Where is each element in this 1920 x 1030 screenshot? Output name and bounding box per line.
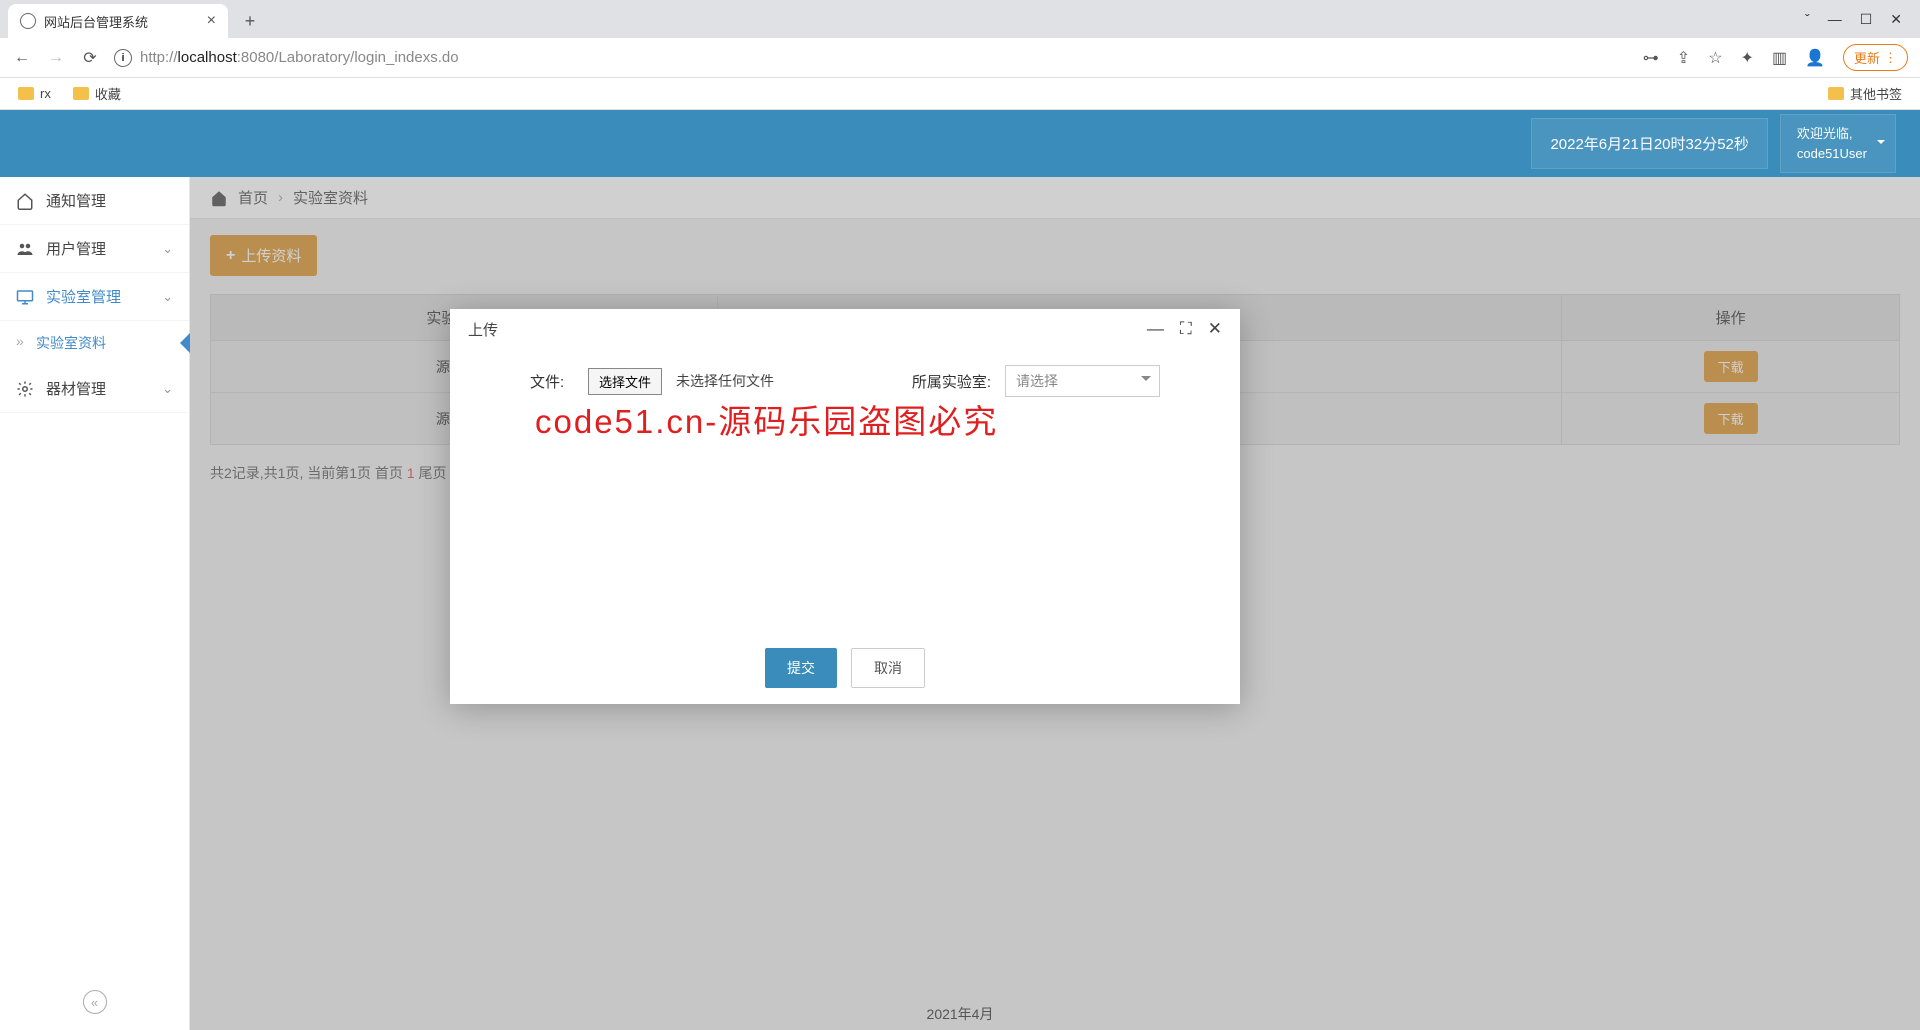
submit-button[interactable]: 提交 — [765, 648, 837, 688]
user-menu[interactable]: 欢迎光临, code51User — [1780, 114, 1896, 173]
sidebar-item-users[interactable]: 用户管理 ⌄ — [0, 225, 189, 273]
profile-icon[interactable]: 👤 — [1805, 48, 1825, 68]
monitor-icon — [16, 288, 34, 306]
bookmarks-bar: rx 收藏 其他书签 — [0, 78, 1920, 110]
browser-tab-bar: 网站后台管理系统 × + ˇ — ☐ ✕ — [0, 0, 1920, 38]
address-bar: ← → ⟳ i http://localhost:8080/Laboratory… — [0, 38, 1920, 78]
tab-title: 网站后台管理系统 — [44, 12, 148, 31]
active-arrow-icon — [170, 333, 190, 353]
app-header: 2022年6月21日20时32分52秒 欢迎光临, code51User — [0, 110, 1920, 177]
sidebar-item-equipment[interactable]: 器材管理 ⌄ — [0, 365, 189, 413]
close-modal-icon[interactable]: ✕ — [1208, 319, 1222, 339]
maximize-icon[interactable]: ☐ — [1860, 11, 1873, 28]
close-window-icon[interactable]: ✕ — [1890, 11, 1902, 28]
folder-icon — [1828, 87, 1844, 100]
update-button[interactable]: 更新⋮ — [1843, 44, 1908, 71]
other-bookmarks[interactable]: 其他书签 — [1828, 84, 1902, 103]
chevron-down-icon: ⌄ — [162, 241, 173, 257]
footer-text: 2021年4月 — [927, 1004, 994, 1024]
chevron-down-icon[interactable]: ˇ — [1805, 11, 1810, 27]
folder-icon — [18, 87, 34, 100]
upload-modal: 上传 — ⛶ ✕ 文件: 选择文件 未选择任何文件 所属实验室: 请选择 提交 … — [450, 309, 1240, 704]
chevron-down-icon: ⌄ — [162, 381, 173, 397]
home-icon — [16, 192, 34, 210]
globe-icon — [20, 13, 36, 29]
modal-title: 上传 — [468, 319, 498, 340]
password-key-icon[interactable]: ⊶ — [1643, 48, 1659, 68]
watermark-text: code51.cn-源码乐园盗图必究 — [535, 395, 998, 443]
bookmark-item[interactable]: 收藏 — [73, 84, 121, 103]
site-info-icon[interactable]: i — [114, 49, 132, 67]
sidebar-item-notice[interactable]: 通知管理 — [0, 177, 189, 225]
close-tab-icon[interactable]: × — [207, 12, 216, 30]
extensions-icon[interactable]: ✦ — [1741, 48, 1754, 68]
lab-select[interactable]: 请选择 — [1005, 365, 1160, 397]
cancel-button[interactable]: 取消 — [851, 648, 925, 688]
panel-icon[interactable]: ▥ — [1772, 48, 1787, 68]
users-icon — [16, 240, 34, 258]
url-text: http://localhost:8080/Laboratory/login_i… — [140, 49, 459, 66]
folder-icon — [73, 87, 89, 100]
file-label: 文件: — [530, 371, 574, 392]
browser-tab[interactable]: 网站后台管理系统 × — [8, 4, 228, 38]
collapse-sidebar-button[interactable]: « — [83, 990, 107, 1014]
sidebar: 通知管理 用户管理 ⌄ 实验室管理 ⌄ 实验室资料 器材管理 ⌄ « — [0, 177, 190, 1030]
sidebar-item-lab[interactable]: 实验室管理 ⌄ — [0, 273, 189, 321]
gear-icon — [16, 380, 34, 398]
new-tab-button[interactable]: + — [236, 7, 264, 35]
caret-down-icon — [1877, 140, 1885, 148]
maximize-modal-icon[interactable]: ⛶ — [1180, 319, 1192, 339]
chevron-down-icon: ⌄ — [162, 289, 173, 305]
minimize-modal-icon[interactable]: — — [1147, 319, 1164, 339]
datetime-display: 2022年6月21日20时32分52秒 — [1531, 118, 1767, 169]
share-icon[interactable]: ⇪ — [1677, 48, 1690, 68]
chevron-down-icon — [1141, 376, 1151, 386]
lab-select-label: 所属实验室: — [912, 371, 991, 392]
bookmark-item[interactable]: rx — [18, 86, 51, 101]
choose-file-button[interactable]: 选择文件 — [588, 368, 662, 395]
file-status-text: 未选择任何文件 — [676, 371, 774, 391]
forward-button[interactable]: → — [46, 48, 66, 68]
sidebar-subitem-lab-data[interactable]: 实验室资料 — [0, 321, 189, 365]
modal-header: 上传 — ⛶ ✕ — [450, 309, 1240, 349]
minimize-icon[interactable]: — — [1828, 11, 1842, 27]
url-input[interactable]: i http://localhost:8080/Laboratory/login… — [114, 49, 1629, 67]
window-controls: ˇ — ☐ ✕ — [1805, 0, 1920, 38]
star-icon[interactable]: ☆ — [1708, 48, 1722, 68]
back-button[interactable]: ← — [12, 48, 32, 68]
reload-button[interactable]: ⟳ — [80, 48, 100, 68]
